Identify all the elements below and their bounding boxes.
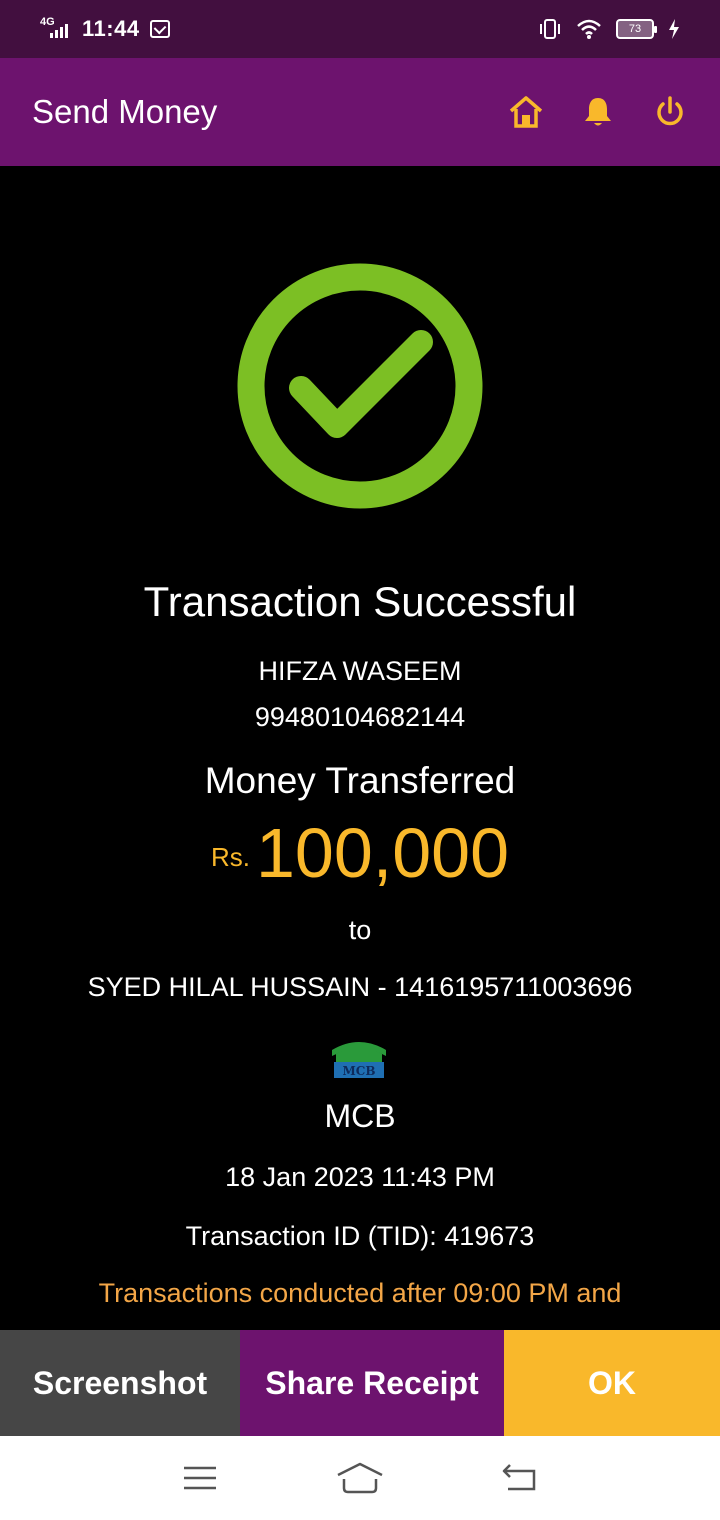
app-bar: Send Money — [0, 58, 720, 166]
transaction-id: Transaction ID (TID): 419673 — [185, 1221, 535, 1251]
menu-icon — [184, 1466, 216, 1490]
sender-account: 99480104682144 — [254, 702, 466, 732]
to-label: to — [348, 915, 372, 945]
status-right: 73 — [538, 18, 680, 40]
bank-logo: MCB — [332, 1042, 386, 1078]
home-icon[interactable] — [508, 94, 544, 130]
recipient: SYED HILAL HUSSAIN - 1416195711003696 — [87, 972, 633, 1002]
receipt-content[interactable]: Transaction Successful HIFZA WASEEM 9948… — [0, 166, 720, 1330]
transaction-datetime: 18 Jan 2023 11:43 PM — [225, 1162, 495, 1192]
power-icon[interactable] — [652, 94, 688, 130]
ok-button[interactable]: OK — [504, 1330, 720, 1436]
screenshot-button[interactable]: Screenshot — [0, 1330, 240, 1436]
action-bar: Screenshot Share Receipt OK — [0, 1330, 720, 1436]
battery-level: 73 — [628, 23, 642, 35]
notice-text: Transactions conducted after 09:00 PM an… — [98, 1278, 622, 1308]
bank-name: MCB — [324, 1098, 396, 1134]
success-check-icon — [237, 263, 483, 509]
status-left: 4G 11:44 — [40, 16, 170, 42]
share-receipt-button[interactable]: Share Receipt — [240, 1330, 504, 1436]
home-nav-icon — [337, 1462, 383, 1494]
status-bar: 4G 11:44 73 — [0, 0, 720, 58]
bell-icon[interactable] — [580, 94, 616, 130]
amount: Rs. 100,000 — [0, 818, 720, 888]
transaction-status: Transaction Successful — [143, 578, 577, 625]
back-icon — [502, 1464, 536, 1491]
app-actions — [508, 94, 688, 130]
bank-logo-text: MCB — [343, 1064, 376, 1078]
money-transferred-label: Money Transferred — [204, 760, 516, 801]
charging-icon — [669, 19, 679, 39]
notification-icon — [149, 20, 170, 38]
wifi-icon — [577, 19, 601, 39]
back-nav-button[interactable] — [490, 1453, 550, 1503]
signal-icon: 4G — [40, 16, 72, 42]
menu-nav-button[interactable] — [170, 1453, 230, 1503]
page-title: Send Money — [32, 93, 218, 130]
system-nav-bar — [0, 1436, 720, 1520]
battery-icon: 73 — [616, 19, 657, 39]
home-nav-button[interactable] — [330, 1453, 390, 1503]
status-time: 11:44 — [82, 16, 140, 41]
amount-currency: Rs. — [210, 842, 250, 872]
vibrate-icon — [540, 19, 560, 39]
sender-name: HIFZA WASEEM — [258, 656, 462, 686]
amount-value: 100,000 — [255, 814, 510, 892]
